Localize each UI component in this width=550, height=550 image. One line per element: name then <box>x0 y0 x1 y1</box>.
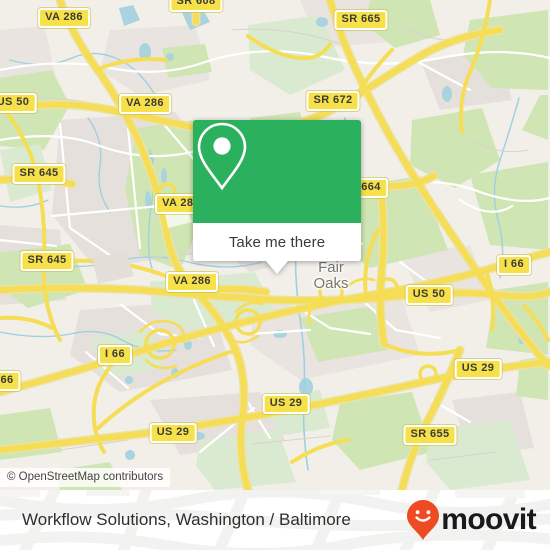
map-pin-icon <box>197 122 247 191</box>
popup-pointer <box>266 261 288 274</box>
road-shield[interactable]: SR 655 <box>403 425 457 445</box>
map-canvas[interactable]: .g{fill:#cfe6b4} .g2{fill:#d9ead0} .w{fi… <box>0 0 550 490</box>
road-shield[interactable]: SR 645 <box>12 164 66 184</box>
road-shield[interactable]: SR 665 <box>334 10 388 30</box>
road-shield[interactable]: VA 286 <box>119 94 171 114</box>
take-me-there-button[interactable]: Take me there <box>193 223 361 261</box>
road-shield[interactable]: SR 645 <box>20 251 74 271</box>
screenshot-root: .g{fill:#cfe6b4} .g2{fill:#d9ead0} .w{fi… <box>0 0 550 550</box>
moovit-logo[interactable]: moovit <box>406 499 537 541</box>
road-shield[interactable]: SR 672 <box>306 91 360 111</box>
road-shield[interactable]: SR 608 <box>169 0 223 12</box>
popup-header <box>193 120 361 223</box>
footer-bar: Workflow Solutions, Washington / Baltimo… <box>0 490 550 550</box>
road-shield[interactable]: VA 286 <box>38 8 90 28</box>
road-shield[interactable]: US 29 <box>149 423 197 443</box>
take-me-there-label: Take me there <box>228 233 326 251</box>
road-shield[interactable]: I 66 <box>98 345 132 365</box>
road-shield[interactable]: US 50 <box>405 285 453 305</box>
road-shield[interactable]: US 50 <box>0 93 37 113</box>
location-popup[interactable]: Take me there <box>193 120 361 274</box>
moovit-wordmark: moovit <box>441 503 536 536</box>
road-shield[interactable]: 66 <box>0 371 21 391</box>
page-title: Workflow Solutions, Washington / Baltimo… <box>22 510 351 529</box>
road-shield[interactable]: VA 286 <box>166 272 218 292</box>
map-attribution[interactable]: © OpenStreetMap contributors <box>0 468 171 487</box>
road-shield[interactable]: I 66 <box>497 255 531 275</box>
road-shield[interactable]: US 29 <box>262 394 310 414</box>
moovit-pin-smiley-icon <box>407 500 440 540</box>
road-shield[interactable]: US 29 <box>454 359 502 379</box>
